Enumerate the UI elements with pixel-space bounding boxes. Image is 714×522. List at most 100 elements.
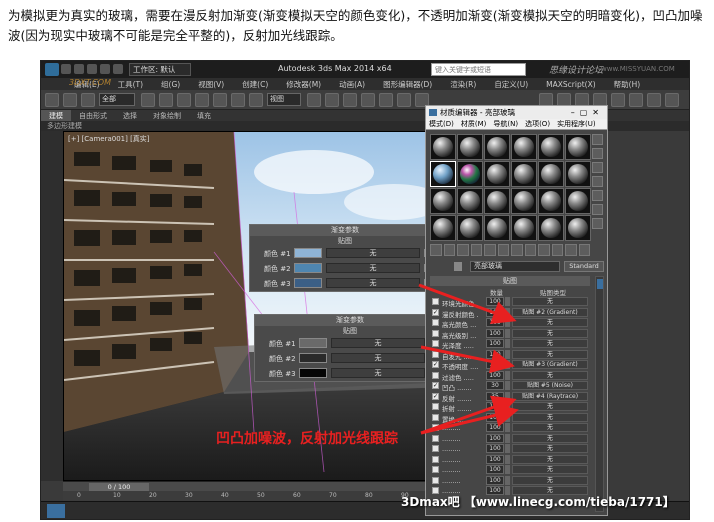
show-map-icon[interactable] <box>538 244 550 256</box>
map-slot-button[interactable]: 无 <box>512 328 588 338</box>
options-icon[interactable] <box>592 218 603 229</box>
assign-to-selection-icon[interactable] <box>457 244 469 256</box>
color-swatch[interactable] <box>294 263 322 273</box>
move-icon[interactable] <box>213 93 227 107</box>
background-icon[interactable] <box>592 162 603 173</box>
map-slot-button[interactable]: 无 <box>512 318 588 327</box>
map-enable-checkbox[interactable] <box>432 403 439 410</box>
sample-slot[interactable] <box>538 188 564 214</box>
sample-slot[interactable] <box>511 134 537 160</box>
window-controls[interactable]: –▢✕ <box>571 106 604 119</box>
map-enable-checkbox[interactable] <box>432 298 439 305</box>
panel-title[interactable]: 渐变参数 <box>250 225 440 236</box>
amount-spinner[interactable] <box>505 454 510 464</box>
angle-snap-icon[interactable] <box>361 93 375 107</box>
sample-slot[interactable] <box>538 215 564 241</box>
redo-icon[interactable] <box>63 93 77 107</box>
map-enable-checkbox[interactable] <box>432 319 439 326</box>
backlight-icon[interactable] <box>592 148 603 159</box>
material-editor-icon[interactable] <box>629 93 643 107</box>
map-enable-checkbox[interactable] <box>432 350 439 358</box>
time-slider-thumb[interactable]: 0 / 100 <box>89 483 149 491</box>
undo-icon[interactable] <box>45 93 59 107</box>
copy-material-icon[interactable] <box>484 244 496 256</box>
amount-spinner[interactable] <box>505 391 510 401</box>
go-to-parent-icon[interactable] <box>565 244 577 256</box>
new-icon[interactable] <box>61 64 71 74</box>
amount-spinner[interactable] <box>505 402 510 411</box>
get-material-icon[interactable] <box>430 244 442 256</box>
reset-map-icon[interactable] <box>470 244 482 256</box>
render-setup-icon[interactable] <box>647 93 661 107</box>
app-logo-icon[interactable] <box>45 63 59 76</box>
map-enable-checkbox[interactable] <box>432 329 439 337</box>
map-enable-checkbox[interactable] <box>432 340 439 347</box>
map-slot-button[interactable]: 无 <box>512 402 588 411</box>
map-amount-field[interactable]: 35 <box>486 391 504 401</box>
map-slot-button[interactable]: 贴图 #3 (Gradient) <box>512 360 588 369</box>
map-amount-field[interactable]: 30 <box>486 381 504 390</box>
rotate-icon[interactable] <box>231 93 245 107</box>
map-amount-field[interactable]: 100 <box>486 433 504 443</box>
menu-help[interactable]: 帮助(H) <box>605 78 650 90</box>
search-input[interactable]: 键入关键字或短语 <box>431 63 526 76</box>
map-amount-field[interactable]: 100 <box>486 349 504 359</box>
tab-object-paint[interactable]: 对象绘制 <box>145 110 189 121</box>
sample-slot[interactable] <box>457 134 483 160</box>
amount-spinner[interactable] <box>505 433 510 443</box>
schematic-icon[interactable] <box>611 93 625 107</box>
map-slot-button[interactable]: 无 <box>512 297 588 306</box>
sample-uv-icon[interactable] <box>592 176 603 187</box>
go-forward-icon[interactable] <box>578 244 590 256</box>
menu-customize[interactable]: 自定义(U) <box>485 78 537 90</box>
select-manipulate-icon[interactable] <box>325 93 339 107</box>
track-bar[interactable]: 0 10 20 30 40 50 60 70 80 90 100 <box>63 491 455 501</box>
map-amount-field[interactable]: 100 <box>486 370 504 380</box>
map-slot-button[interactable]: 无 <box>512 412 588 422</box>
material-editor-titlebar[interactable]: 材质编辑器 - 亮部玻璃 –▢✕ <box>426 106 607 119</box>
sample-slot[interactable] <box>565 188 591 214</box>
redo-icon[interactable] <box>113 64 123 74</box>
video-check-icon[interactable] <box>592 190 603 201</box>
maps-rollout-header[interactable]: 贴图 <box>430 276 590 286</box>
map-button[interactable]: 无 <box>326 248 420 258</box>
spinner-snap-icon[interactable] <box>397 93 411 107</box>
map-button[interactable]: 无 <box>331 368 425 378</box>
map-slot-button[interactable]: 无 <box>512 465 588 474</box>
material-id-icon[interactable] <box>524 244 536 256</box>
map-enable-checkbox[interactable] <box>432 434 439 442</box>
rect-select-icon[interactable] <box>177 93 191 107</box>
map-slot-button[interactable]: 贴图 #2 (Gradient) <box>512 307 588 317</box>
viewport-label[interactable]: [+] [Camera001] [真实] <box>68 134 150 144</box>
make-preview-icon[interactable] <box>592 204 603 215</box>
color-swatch[interactable] <box>294 278 322 288</box>
amount-spinner[interactable] <box>505 360 510 369</box>
percent-snap-icon[interactable] <box>379 93 393 107</box>
color-swatch[interactable] <box>299 338 327 348</box>
sample-slot[interactable] <box>484 134 510 160</box>
sample-slot[interactable] <box>538 161 564 187</box>
map-amount-field[interactable]: 100 <box>486 423 504 432</box>
map-amount-field[interactable]: 100 <box>486 360 504 369</box>
sample-slot[interactable] <box>484 215 510 241</box>
amount-spinner[interactable] <box>505 318 510 327</box>
menu-tools[interactable]: 工具(T) <box>109 78 152 90</box>
amount-spinner[interactable] <box>505 307 510 317</box>
reference-coord-dropdown[interactable]: 视图 <box>267 93 301 106</box>
amount-spinner[interactable] <box>505 339 510 348</box>
make-unique-icon[interactable] <box>497 244 509 256</box>
menu-graph-editors[interactable]: 图形编辑器(D) <box>374 78 441 90</box>
map-slot-button[interactable]: 无 <box>512 454 588 464</box>
map-slot-button[interactable]: 无 <box>512 433 588 443</box>
map-amount-field[interactable]: 100 <box>486 454 504 464</box>
menu-rendering[interactable]: 渲染(R) <box>441 78 485 90</box>
menu-create[interactable]: 创建(C) <box>233 78 277 90</box>
map-slot-button[interactable]: 贴图 #5 (Noise) <box>512 381 588 390</box>
map-amount-field[interactable]: 100 <box>486 339 504 348</box>
map-slot-button[interactable]: 无 <box>512 475 588 485</box>
open-icon[interactable] <box>74 64 84 74</box>
show-end-result-icon[interactable] <box>551 244 563 256</box>
sample-slot[interactable] <box>511 188 537 214</box>
map-enable-checkbox[interactable] <box>432 445 439 452</box>
sample-slot-active[interactable] <box>430 161 456 187</box>
